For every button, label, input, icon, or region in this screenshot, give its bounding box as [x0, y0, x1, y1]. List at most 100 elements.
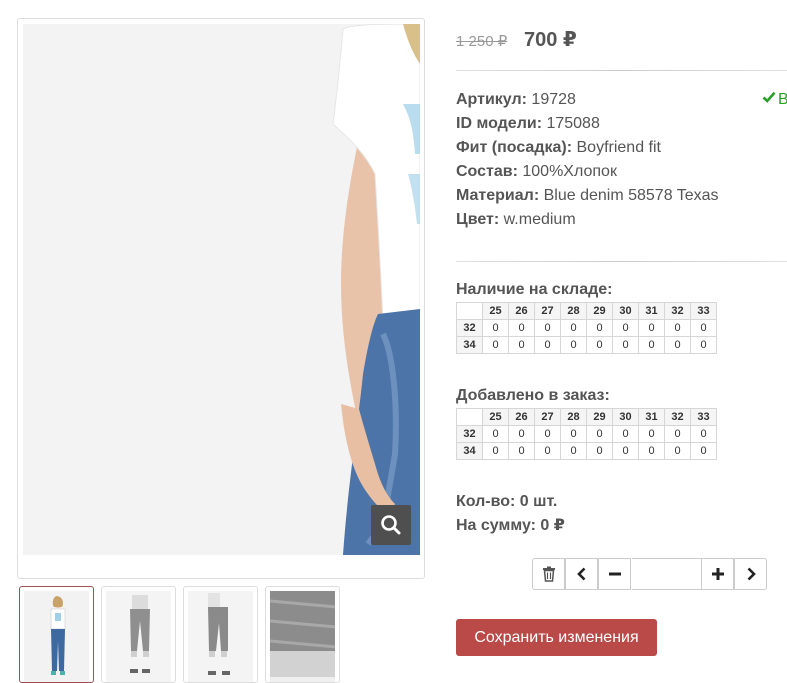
property-value: 100%Хлопок [517, 163, 617, 180]
table-cell: 0 [638, 425, 665, 443]
divider [456, 70, 787, 71]
property-label: Материал: [456, 187, 540, 204]
property-fit: Фит (посадка): Boyfriend fit [456, 136, 776, 160]
table-cell: 0 [690, 319, 717, 337]
table-cell: 0 [482, 336, 509, 354]
thumbnail-3[interactable] [183, 586, 258, 683]
previous-button[interactable] [565, 558, 598, 590]
chevron-left-icon [576, 567, 585, 581]
product-properties: Артикул: 19728 ID модели: 175088 Фит (по… [456, 88, 776, 232]
size-header: 26 [508, 408, 535, 426]
property-value: Boyfriend fit [572, 139, 661, 156]
increment-button[interactable] [701, 558, 734, 590]
table-cell: 0 [534, 442, 561, 460]
table-corner [456, 408, 483, 426]
thumbnail-image [106, 591, 171, 682]
size-header: 25 [482, 302, 509, 320]
thumbnail-4[interactable] [265, 586, 340, 683]
size-header: 32 [664, 302, 691, 320]
table-cell: 0 [508, 319, 535, 337]
size-header: 26 [508, 302, 535, 320]
old-price: 1 250 ₽ [456, 33, 508, 50]
table-cell: 0 [534, 336, 561, 354]
table-cell: 0 [690, 425, 717, 443]
table-cell: 0 [482, 319, 509, 337]
table-cell: 0 [690, 336, 717, 354]
table-cell: 0 [508, 425, 535, 443]
thumbnail-strip [19, 586, 349, 683]
decrement-button[interactable] [598, 558, 631, 590]
table-cell: 0 [664, 442, 691, 460]
size-header: 31 [638, 408, 665, 426]
table-cell: 0 [612, 425, 639, 443]
property-article: Артикул: 19728 [456, 88, 776, 112]
length-header: 32 [456, 319, 483, 337]
table-cell: 0 [482, 425, 509, 443]
quantity-input[interactable] [632, 558, 701, 590]
length-header: 32 [456, 425, 483, 443]
thumbnail-1[interactable] [19, 586, 94, 683]
size-header: 31 [638, 302, 665, 320]
table-cell: 0 [560, 425, 587, 443]
table-cell: 0 [586, 336, 613, 354]
table-cell: 0 [586, 319, 613, 337]
table-cell: 0 [612, 319, 639, 337]
table-cell: 0 [482, 442, 509, 460]
size-header: 30 [612, 408, 639, 426]
size-header: 33 [690, 302, 717, 320]
property-composition: Состав: 100%Хлопок [456, 160, 776, 184]
size-header: 27 [534, 302, 561, 320]
table-row: 32 0 0 0 0 0 0 0 0 0 [456, 319, 717, 337]
save-button[interactable]: Сохранить изменения [456, 619, 657, 656]
table-cell: 0 [638, 319, 665, 337]
property-value: Blue denim 58578 Texas [539, 187, 719, 204]
divider [456, 261, 787, 262]
stock-table: 25 26 27 28 29 30 31 32 33 32 0 0 0 0 0 … [456, 302, 717, 354]
thumbnail-image [270, 591, 335, 682]
table-cell: 0 [612, 442, 639, 460]
property-material: Материал: Blue denim 58578 Texas [456, 184, 776, 208]
property-label: Цвет: [456, 211, 500, 228]
quantity-stepper [532, 558, 767, 590]
order-summary: Кол-во: 0 шт. На сумму: 0 ₽ [456, 490, 565, 538]
size-header: 33 [690, 408, 717, 426]
order-title: Добавлено в заказ: [456, 387, 610, 404]
chevron-right-icon [747, 567, 756, 581]
table-cell: 0 [612, 336, 639, 354]
table-cell: 0 [638, 442, 665, 460]
table-row: 34 0 0 0 0 0 0 0 0 0 [456, 442, 717, 460]
thumbnail-2[interactable] [101, 586, 176, 683]
table-cell: 0 [664, 336, 691, 354]
order-table: 25 26 27 28 29 30 31 32 33 32 0 0 0 0 0 … [456, 408, 717, 460]
trash-icon [542, 566, 555, 582]
table-cell: 0 [664, 425, 691, 443]
property-value: w.medium [499, 211, 576, 228]
table-cell: 0 [690, 442, 717, 460]
plus-icon [711, 568, 724, 580]
length-header: 34 [456, 336, 483, 354]
property-label: Состав: [456, 163, 518, 180]
table-cell: 0 [534, 425, 561, 443]
delete-button[interactable] [532, 558, 565, 590]
property-value: 175088 [542, 115, 600, 132]
thumbnail-image [24, 591, 89, 682]
table-cell: 0 [664, 319, 691, 337]
table-header-row: 25 26 27 28 29 30 31 32 33 [456, 302, 717, 320]
property-value: 19728 [526, 91, 576, 108]
next-button[interactable] [734, 558, 767, 590]
table-corner [456, 302, 483, 320]
size-header: 25 [482, 408, 509, 426]
table-cell: 0 [508, 442, 535, 460]
product-photo [23, 24, 420, 555]
zoom-button[interactable] [371, 505, 411, 545]
table-cell: 0 [560, 442, 587, 460]
length-header: 34 [456, 442, 483, 460]
quantity-summary: Кол-во: 0 шт. [456, 493, 558, 510]
table-cell: 0 [560, 336, 587, 354]
table-cell: 0 [534, 319, 561, 337]
property-color: Цвет: w.medium [456, 208, 776, 232]
search-icon [381, 515, 401, 535]
new-price: 700 ₽ [524, 29, 577, 51]
product-main-image[interactable] [17, 18, 425, 579]
size-header: 28 [560, 408, 587, 426]
